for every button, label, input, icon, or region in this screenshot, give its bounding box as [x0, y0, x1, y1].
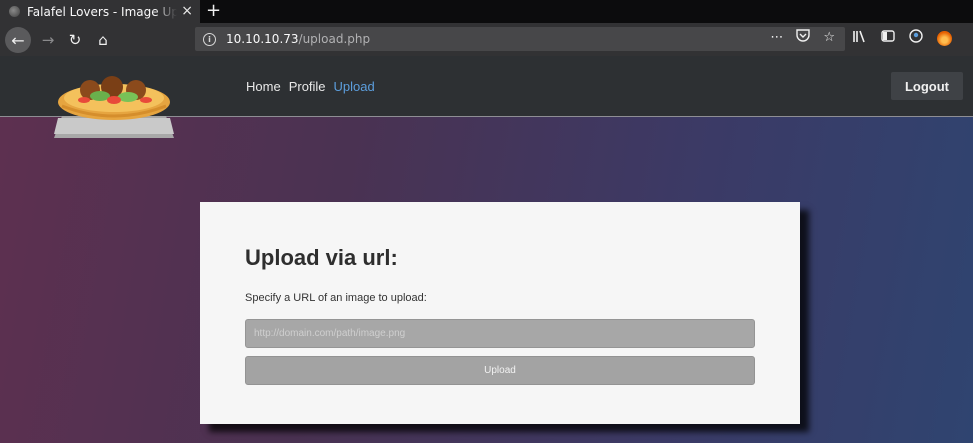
page-content: Home Profile Upload Logout Upload via ur… [0, 56, 973, 443]
star-icon[interactable]: ☆ [823, 30, 835, 45]
more-icon[interactable]: ⋯ [770, 30, 783, 45]
sidebar-icon[interactable] [881, 30, 895, 46]
forward-arrow-icon[interactable]: → [37, 29, 59, 51]
tab-close-icon[interactable]: × [181, 3, 193, 19]
browser-toolbar: ← → ↻ ⌂ i 10.10.10.73/upload.php ⋯ ☆ [0, 23, 973, 56]
falafel-lovers-logo[interactable] [52, 76, 176, 138]
tab-strip: Falafel Lovers - Image Upload × + [0, 0, 973, 23]
info-icon[interactable]: i [203, 32, 216, 46]
image-url-input[interactable] [245, 319, 755, 348]
upload-card: Upload via url: Specify a URL of an imag… [200, 202, 800, 424]
library-icon[interactable] [853, 30, 867, 47]
url-actions: ⋯ ☆ [770, 29, 835, 46]
reload-icon[interactable]: ↻ [64, 29, 86, 51]
nav-profile-link[interactable]: Profile [289, 79, 326, 94]
nav-upload-link[interactable]: Upload [334, 79, 375, 94]
site-nav: Home Profile Upload [246, 79, 375, 94]
page-title: Upload via url: [245, 245, 398, 270]
home-icon[interactable]: ⌂ [92, 29, 114, 51]
pocket-icon[interactable] [796, 29, 811, 46]
upload-button[interactable]: Upload [245, 356, 755, 385]
site-favicon-icon [9, 6, 20, 17]
url-bar[interactable]: i 10.10.10.73/upload.php ⋯ ☆ [195, 27, 845, 51]
nav-home-link[interactable]: Home [246, 79, 281, 94]
upload-description: Specify a URL of an image to upload: [245, 292, 427, 304]
tab-falafel-upload[interactable]: Falafel Lovers - Image Upload × [0, 0, 200, 23]
account-icon[interactable] [909, 29, 923, 47]
logout-button[interactable]: Logout [891, 72, 963, 100]
new-tab-button[interactable]: + [206, 1, 221, 21]
firefox-icon[interactable] [937, 30, 952, 46]
toolbar-icons [853, 29, 952, 47]
url-path: /upload.php [298, 32, 371, 46]
url-host: 10.10.10.73 [226, 32, 299, 46]
tab-title: Falafel Lovers - Image Upload [27, 4, 177, 19]
back-arrow-icon[interactable]: ← [5, 27, 31, 53]
